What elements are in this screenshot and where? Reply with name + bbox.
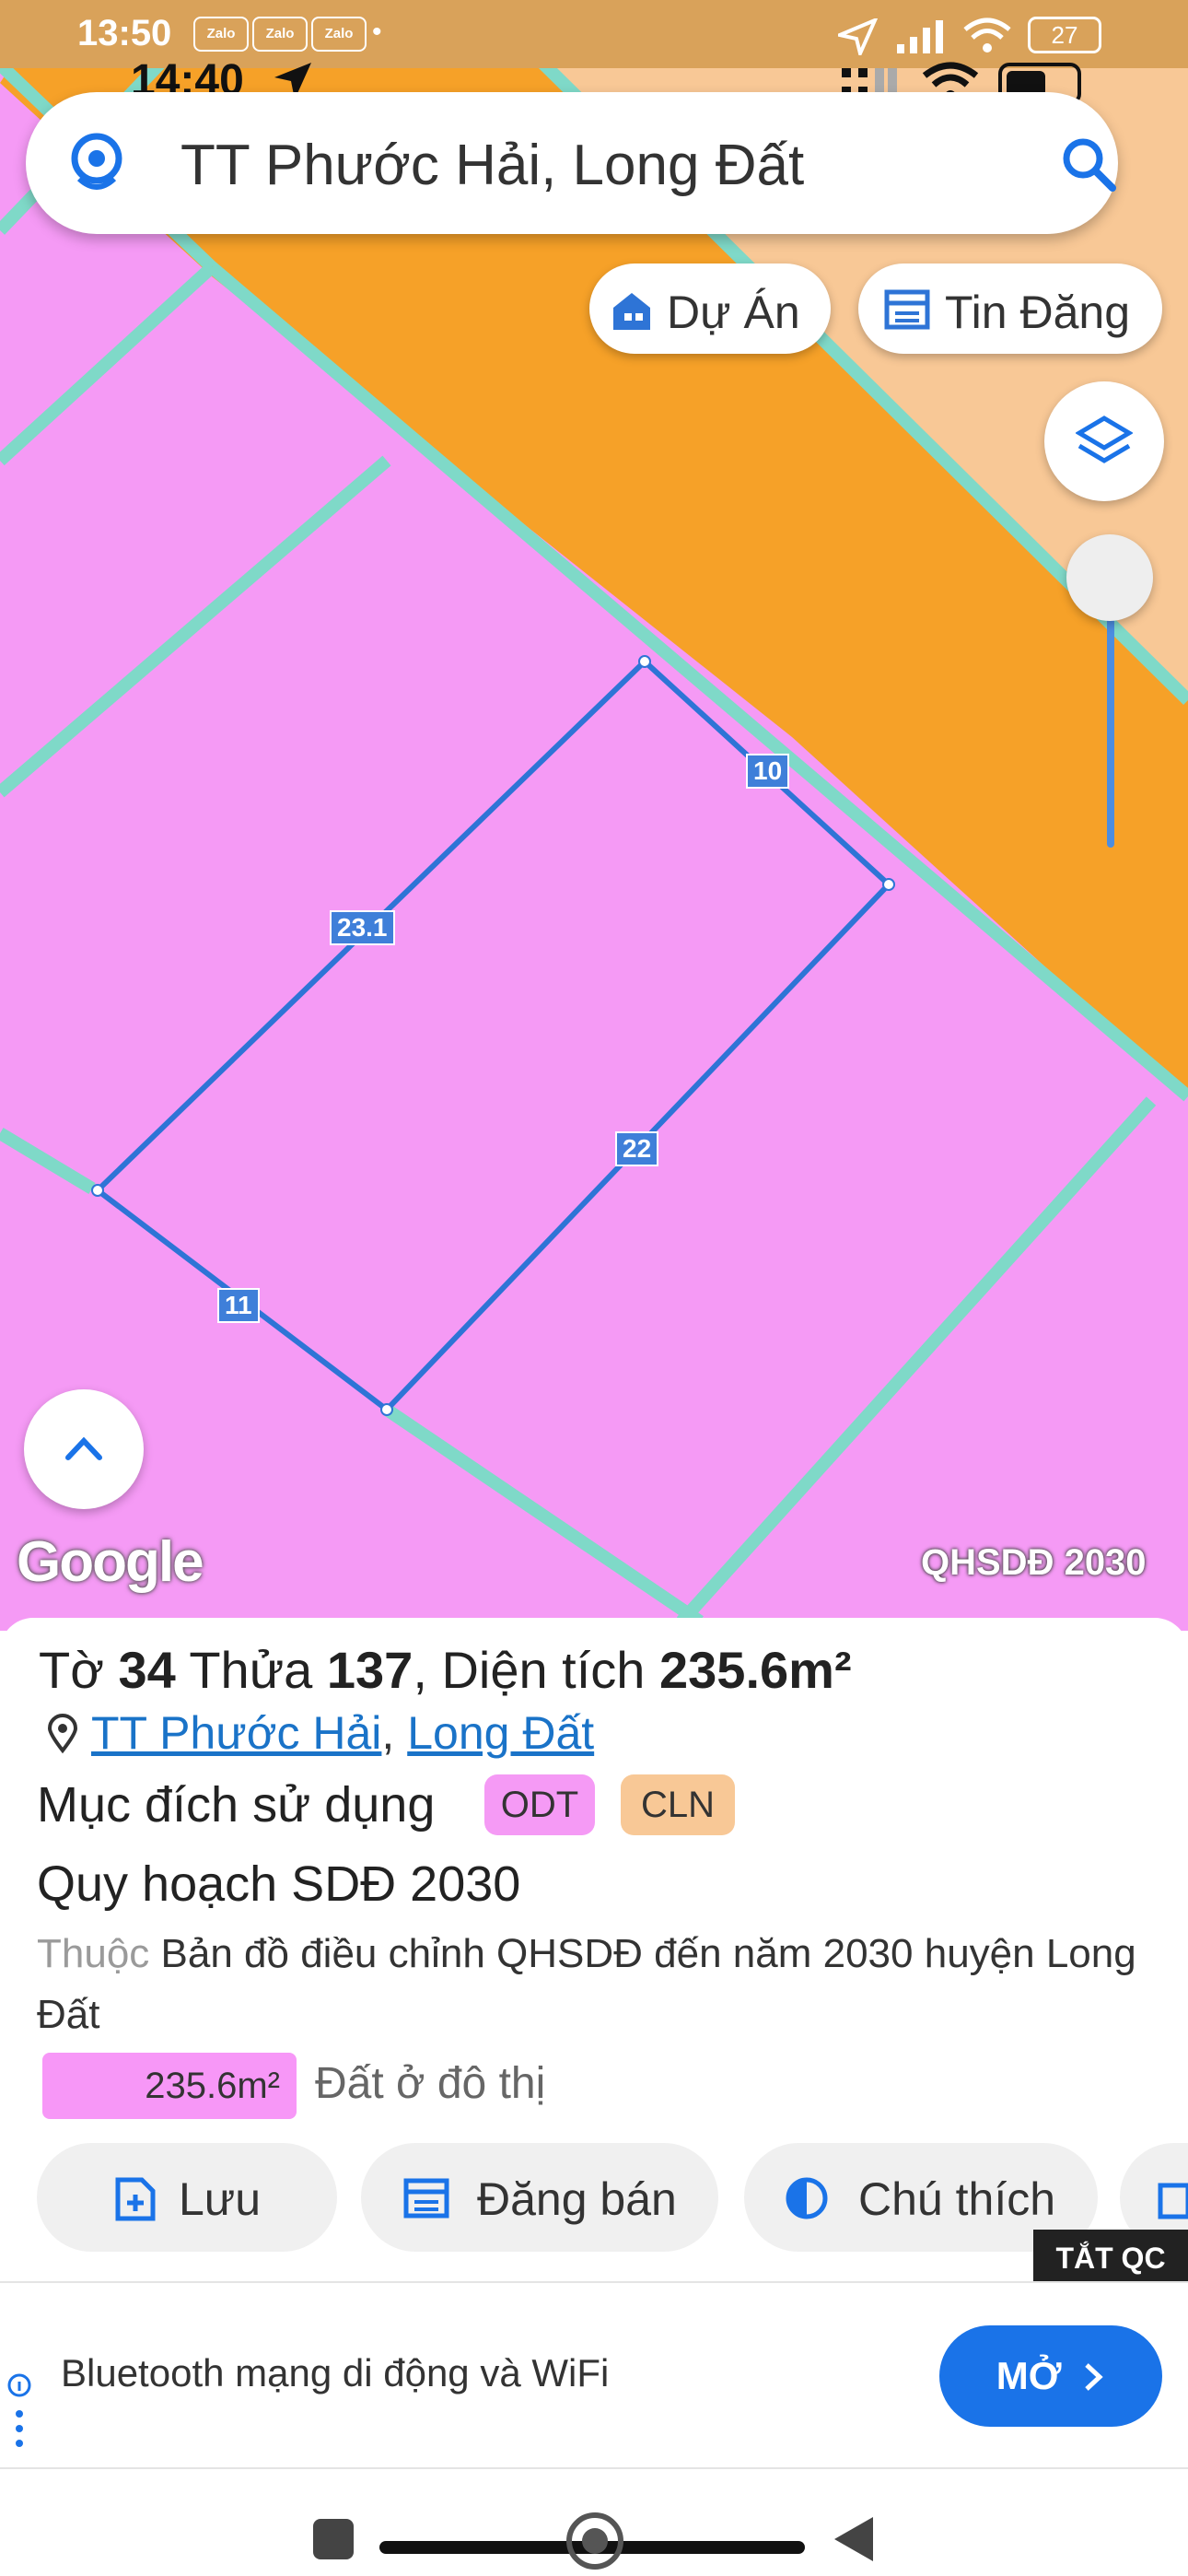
edge-length-label: 11 [217,1288,260,1323]
edge-length-label: 22 [615,1131,659,1166]
zalo-icon: Zalo [252,17,308,52]
expand-sheet-button[interactable] [24,1389,144,1509]
home-button[interactable] [564,2510,626,2572]
land-type-label: Đất ở đô thị [315,2059,546,2108]
save-icon [115,2177,156,2221]
listing-icon [884,289,930,330]
map-canvas[interactable] [0,0,1188,1631]
tin-dang-label: Tin Đăng [945,287,1131,338]
area-bar-value: 235.6m² [145,2066,280,2106]
zoom-slider-track[interactable] [1107,615,1114,848]
more-icon [1158,2183,1188,2219]
location-pin-icon [71,133,122,190]
location-link-district[interactable]: Long Đất [407,1707,594,1759]
odt-badge: ODT [484,1774,595,1835]
layers-icon [1076,416,1133,463]
parcel-title: Tờ 34 Thửa 137, Diện tích 235.6m² [39,1641,852,1699]
area-bar: 235.6m² [42,2053,297,2119]
battery-icon: 27 [1028,17,1101,53]
search-bar[interactable]: TT Phước Hải, Long Đất [26,92,1118,234]
info-icon[interactable] [7,2373,31,2462]
open-ad-button[interactable]: MỞ [939,2325,1162,2427]
post-sale-button[interactable]: Đăng bán [361,2143,718,2252]
purpose-label: Mục đích sử dụng [37,1777,436,1832]
location-link-ward[interactable]: TT Phước Hải [91,1707,381,1759]
close-ad-button[interactable]: TẮT QC [1033,2230,1188,2287]
plan-title: Quy hoạch SDĐ 2030 [37,1856,521,1912]
listing-icon [403,2178,449,2219]
zalo-icon: Zalo [193,17,249,52]
layers-button[interactable] [1044,381,1164,501]
zoom-slider-handle[interactable] [1066,534,1153,621]
chevron-up-icon [65,1436,102,1460]
google-logo: Google [17,1530,204,1594]
edge-length-label: 23.1 [330,910,395,945]
du-an-label: Dự Án [667,287,800,338]
recent-apps-button[interactable] [313,2519,354,2559]
du-an-chip[interactable]: Dự Án [589,263,831,354]
ad-text: Bluetooth mạng di động và WiFi [61,2351,610,2395]
tin-dang-chip[interactable]: Tin Đăng [858,263,1162,354]
chevron-right-icon [1085,2363,1103,2391]
edge-length-label: 10 [746,754,790,789]
pin-icon [47,1714,78,1754]
cln-badge: CLN [621,1774,735,1835]
wifi-icon [963,18,1011,53]
search-text: TT Phước Hải, Long Đất [181,134,805,197]
status-time: 13:50 [77,13,172,53]
signal-icon [897,20,943,53]
contrast-icon [786,2177,828,2219]
zalo-icon: Zalo [311,17,367,52]
back-button[interactable] [831,2513,877,2565]
dot-icon: • [372,17,382,47]
parcel-location: TT Phước Hải, Long Đất [46,1706,594,1760]
location-arrow-icon [838,18,879,55]
save-button[interactable]: Lưu [37,2143,337,2252]
search-icon[interactable] [1059,135,1118,193]
map-layer-name: QHSDĐ 2030 [921,1542,1147,1583]
plan-description: Thuộc Bản đồ điều chỉnh QHSDĐ đến năm 20… [37,1931,1136,2037]
building-icon [613,293,650,330]
